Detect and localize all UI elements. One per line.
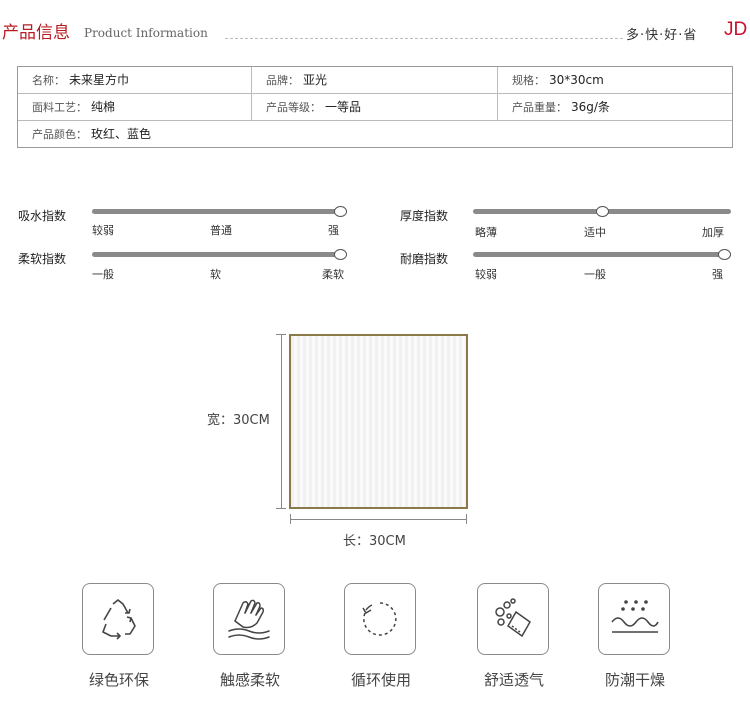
index-tick: 适中 <box>584 226 606 239</box>
length-dimension-line <box>290 519 466 520</box>
dimension-cap <box>290 514 291 524</box>
product-info-table: 名称： 未来星方巾 品牌： 亚光 规格： 30*30cm 面料工艺： 纯棉 产品等级：一… <box>17 66 733 148</box>
index-knob <box>718 249 731 260</box>
length-label: 长：30CM <box>343 534 406 549</box>
info-cell-grade: 产品等级： 一等品 <box>252 94 498 120</box>
info-cell-brand: 品牌： 亚光 <box>252 67 498 93</box>
info-cell-color: 产品颜色： 玫红、蓝色 <box>32 127 152 141</box>
info-row: 名称： 未来星方巾 品牌： 亚光 规格： 30*30cm <box>18 67 732 94</box>
index-tick: 较弱 <box>92 224 114 237</box>
index-tick: 强 <box>328 224 339 237</box>
towel-image <box>289 334 468 509</box>
feature-reusable: 循环使用 <box>344 583 418 689</box>
bubbles-icon <box>477 583 549 655</box>
index-tick: 略薄 <box>475 226 497 239</box>
index-tick: 一般 <box>584 268 606 281</box>
width-label: 宽：30CM <box>207 413 270 428</box>
brand-slogan: 多·快·好·省 <box>626 28 698 43</box>
jd-logo: JD <box>724 19 748 40</box>
feature-label: 绿色环保 <box>88 671 149 689</box>
index-tick: 软 <box>210 268 221 281</box>
cycle-arrow-icon <box>344 583 416 655</box>
index-tick: 较弱 <box>475 268 497 281</box>
header-divider <box>225 38 623 39</box>
index-tick: 加厚 <box>702 226 724 239</box>
index-label: 柔软指数 <box>18 252 67 266</box>
feature-label: 循环使用 <box>350 671 411 689</box>
section-subtitle: Product Information <box>84 26 208 40</box>
index-track <box>92 252 347 257</box>
dimension-cap <box>276 334 286 335</box>
feature-label: 舒适透气 <box>483 671 544 689</box>
info-cell-weight: 产品重量： 36g/条 <box>512 100 610 114</box>
index-tick: 普通 <box>210 224 232 237</box>
index-tick: 柔软 <box>322 268 344 281</box>
feature-soft: 触感柔软 <box>213 583 287 689</box>
hand-touch-icon <box>213 583 285 655</box>
info-cell-spec: 规格： 30*30cm <box>512 73 604 87</box>
feature-eco: 绿色环保 <box>82 583 156 689</box>
feature-breathable: 舒适透气 <box>477 583 551 689</box>
index-knob <box>595 206 609 217</box>
feature-label: 触感柔软 <box>219 671 280 689</box>
info-cell-fabric: 面料工艺： 纯棉 <box>18 94 252 120</box>
section-title: 产品信息 <box>2 23 70 43</box>
dimension-cap <box>466 514 467 524</box>
width-dimension-line <box>281 334 282 509</box>
dimension-cap <box>276 508 286 509</box>
index-tick: 强 <box>712 268 723 281</box>
recycle-icon <box>82 583 154 655</box>
index-label: 吸水指数 <box>18 209 67 223</box>
index-label: 耐磨指数 <box>400 252 449 266</box>
info-row: 面料工艺： 纯棉 产品等级： 一等品 产品重量： 36g/条 <box>18 94 732 121</box>
index-tick: 一般 <box>92 268 114 281</box>
index-track <box>92 209 347 214</box>
section-header: 产品信息 Product Information 多·快·好·省 JD <box>0 0 750 46</box>
index-knob <box>334 206 347 217</box>
feature-label: 防潮干燥 <box>604 671 665 689</box>
index-knob <box>334 249 347 260</box>
index-label: 厚度指数 <box>400 209 449 223</box>
index-track <box>473 252 731 257</box>
info-cell-name: 名称： 未来星方巾 <box>18 67 252 93</box>
feature-moisture-proof: 防潮干燥 <box>598 583 672 689</box>
moisture-icon <box>598 583 670 655</box>
info-row: 产品颜色： 玫红、蓝色 <box>18 121 732 147</box>
